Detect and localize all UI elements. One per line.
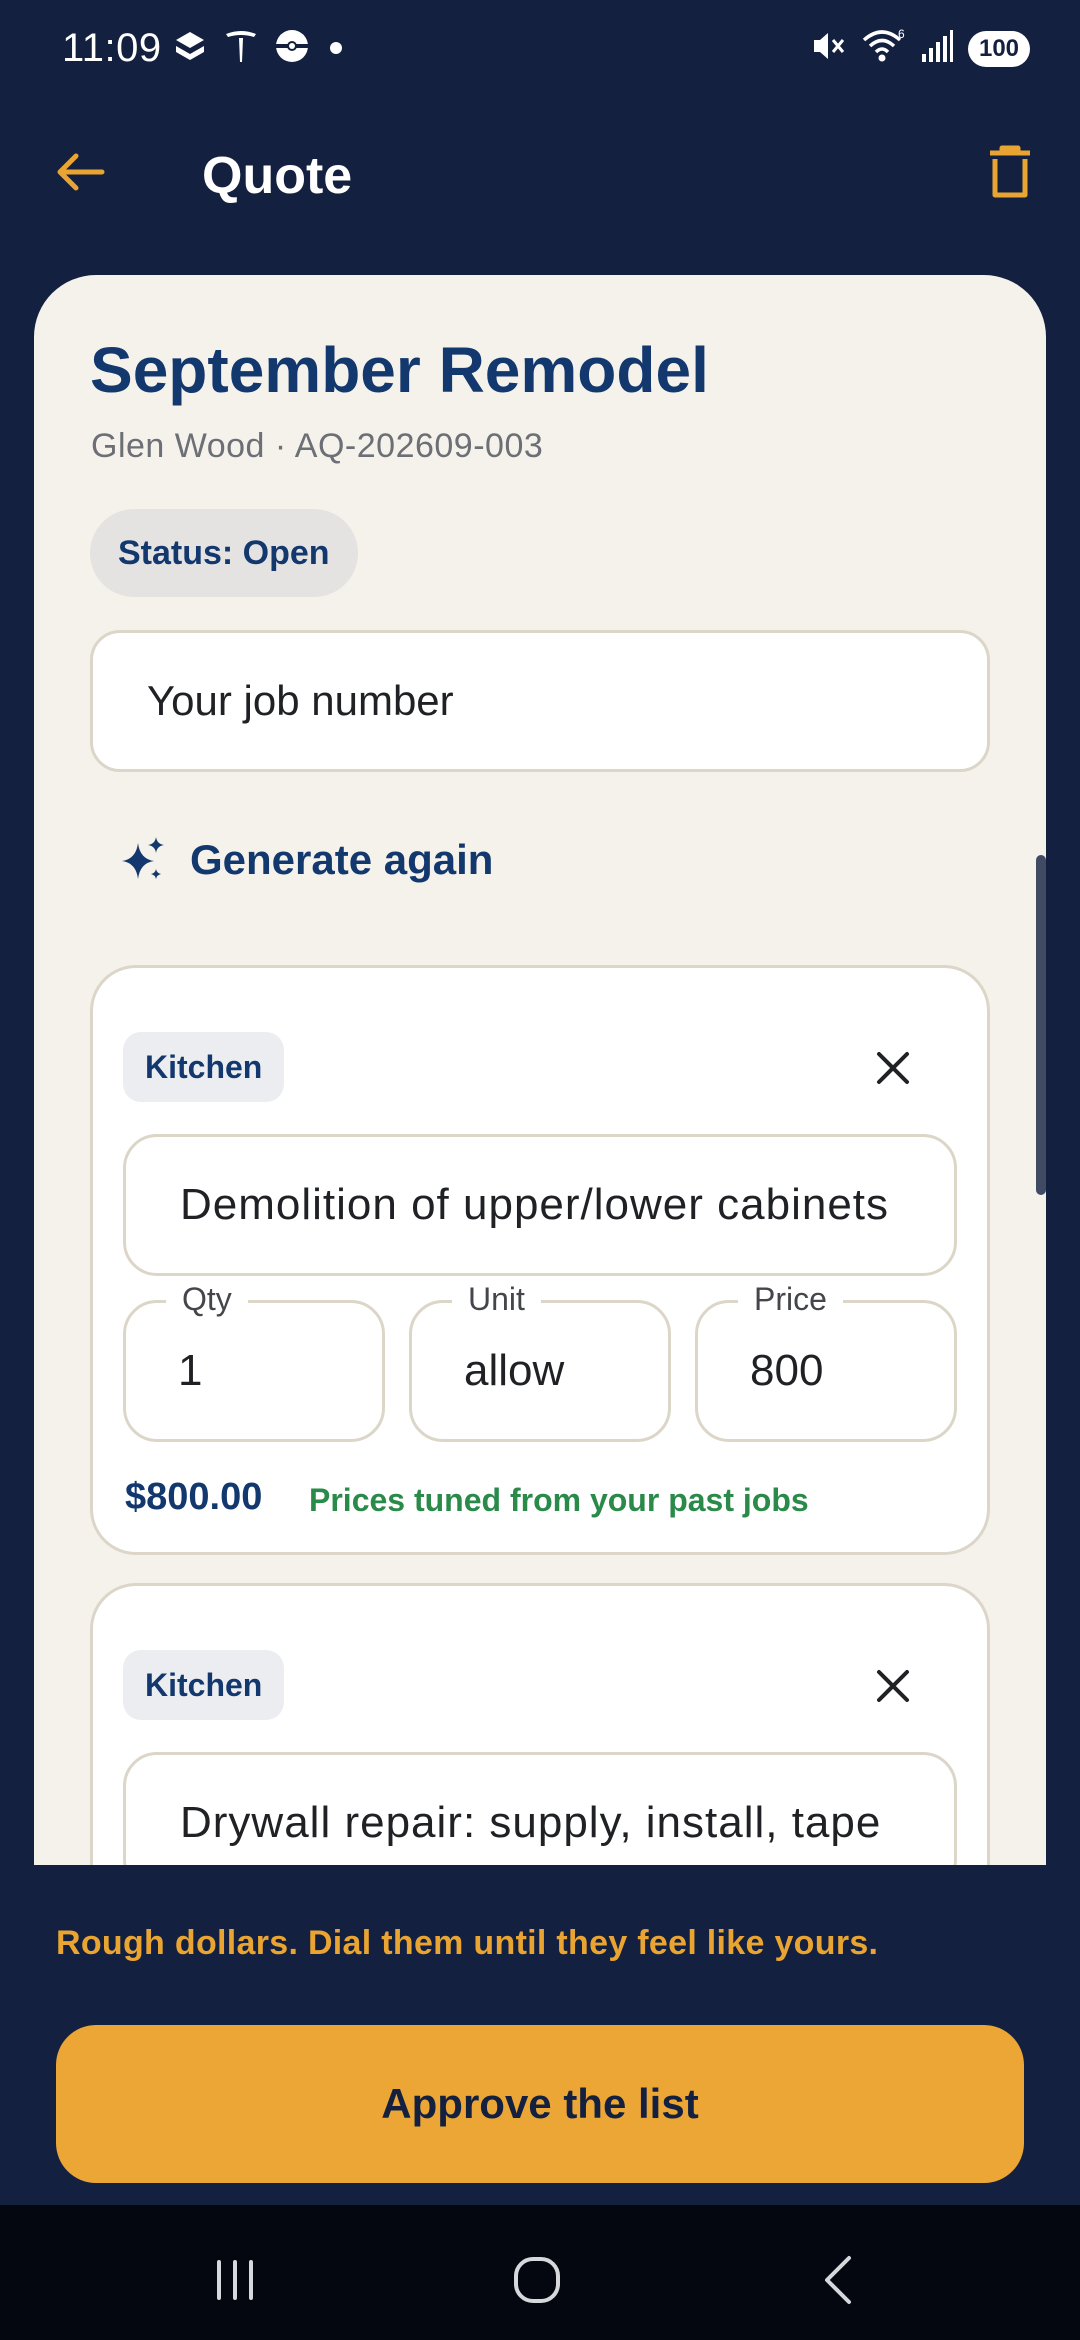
unit-label: Unit — [452, 1281, 541, 1318]
pokeball-icon — [274, 28, 310, 69]
system-icons: 6 100 — [810, 27, 1030, 69]
status-bar: 11:09 6 100 — [0, 0, 1080, 100]
dot-icon — [326, 28, 346, 69]
unit-input[interactable]: Unit allow — [409, 1281, 671, 1442]
page-title: Quote — [202, 147, 353, 205]
quote-subtitle: Glen Wood · AQ-202609-003 — [91, 427, 544, 465]
price-label: Price — [738, 1281, 843, 1318]
unit-value: allow — [464, 1346, 565, 1395]
price-input[interactable]: Price 800 — [695, 1281, 957, 1442]
close-icon — [877, 1052, 909, 1084]
status-badge[interactable]: Status: Open — [90, 509, 358, 597]
mute-icon — [810, 28, 848, 69]
recents-icon — [217, 2260, 253, 2300]
approve-button[interactable]: Approve the list — [56, 2025, 1024, 2183]
job-number-input[interactable]: Your job number — [90, 630, 990, 772]
tesla-icon — [224, 28, 258, 69]
notification-icons — [172, 28, 346, 69]
svg-text:6: 6 — [898, 28, 905, 41]
generate-again-label: Generate again — [190, 836, 494, 883]
quote-sheet[interactable]: September Remodel Glen Wood · AQ-202609-… — [34, 275, 1046, 1865]
home-button[interactable] — [492, 2235, 582, 2325]
trash-icon — [990, 145, 1030, 198]
line-total: $800.00 — [125, 1476, 263, 1518]
back-button[interactable] — [48, 140, 112, 204]
app-bar: Quote — [0, 100, 1080, 275]
close-icon — [877, 1670, 909, 1702]
item-description-input[interactable]: Drywall repair: supply, install, tape — [123, 1752, 957, 1865]
line-item-card: Kitchen Demolition of upper/lower cabine… — [90, 965, 990, 1555]
delete-button[interactable] — [978, 140, 1042, 204]
arrow-left-icon — [57, 153, 105, 191]
generate-again-button[interactable]: Generate again — [118, 835, 493, 885]
recents-button[interactable] — [190, 2235, 280, 2325]
scrollbar[interactable] — [1036, 855, 1046, 1195]
qty-input[interactable]: Qty 1 — [123, 1281, 385, 1442]
signal-icon — [920, 28, 954, 69]
back-nav-button[interactable] — [794, 2235, 884, 2325]
sparkle-icon — [122, 837, 164, 879]
wifi-icon: 6 — [862, 27, 906, 69]
room-chip[interactable]: Kitchen — [123, 1650, 285, 1720]
system-nav-bar — [0, 2205, 1080, 2340]
battery-indicator: 100 — [968, 30, 1030, 67]
remove-item-button[interactable] — [863, 1656, 923, 1716]
chevron-left-icon — [825, 2256, 851, 2304]
room-chip[interactable]: Kitchen — [123, 1032, 285, 1102]
home-icon — [514, 2257, 560, 2303]
price-tuned-note: Prices tuned from your past jobs — [309, 1482, 809, 1518]
remove-item-button[interactable] — [863, 1038, 923, 1098]
item-description-input[interactable]: Demolition of upper/lower cabinets — [123, 1134, 957, 1276]
line-item-card: Kitchen Drywall repair: supply, install,… — [90, 1583, 990, 1865]
footer-hint: Rough dollars. Dial them until they feel… — [56, 1924, 879, 1962]
status-time: 11:09 — [62, 26, 162, 70]
qty-value: 1 — [178, 1346, 203, 1395]
quote-title: September Remodel — [90, 334, 709, 406]
qty-label: Qty — [166, 1281, 248, 1318]
price-value: 800 — [750, 1346, 824, 1395]
bundle-icon — [172, 28, 208, 69]
